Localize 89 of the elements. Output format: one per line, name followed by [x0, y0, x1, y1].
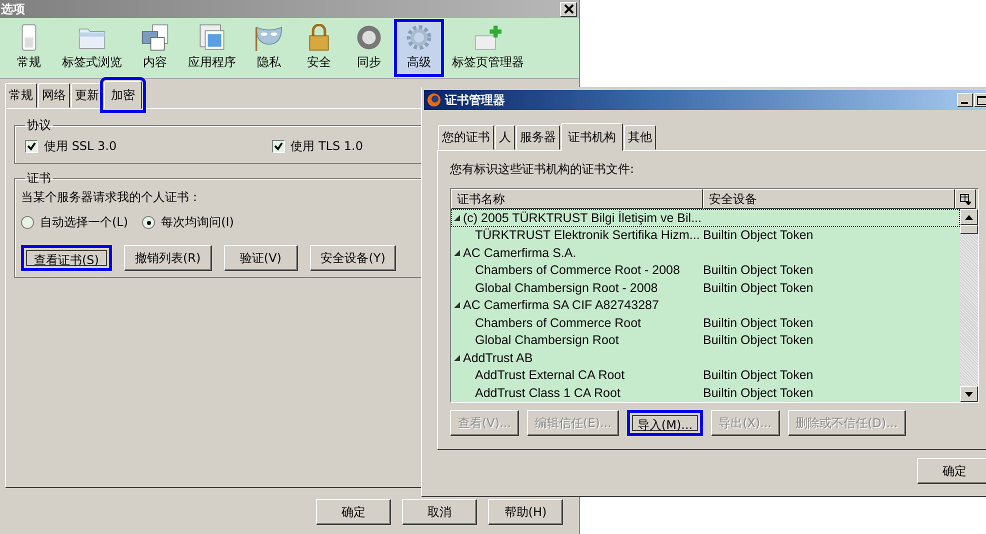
window-title: 证书管理器	[445, 92, 506, 108]
checkbox[interactable]	[272, 140, 285, 153]
tree-cell: (c) 2005 TÜRKTRUST Bilgi İletişim ve Bil...	[463, 210, 702, 225]
toolbar-item[interactable]: 常规	[4, 19, 54, 77]
tree-cell-text: TÜRKTRUST Elektronik Sertifika Hizm...	[474, 228, 701, 242]
group-title: 协议	[26, 117, 52, 134]
tree-row[interactable]: (c) 2005 TÜRKTRUST Bilgi İletişim ve Bil...	[451, 209, 960, 226]
close-button[interactable]	[560, 2, 577, 16]
radio-button[interactable]	[21, 216, 34, 229]
radio-label: 自动选择一个(L)	[40, 214, 128, 231]
tree-row[interactable]: AddTrust Class 1 CA Root Builtin Object Token	[451, 384, 960, 402]
close-icon	[564, 4, 574, 14]
tree-cell: Builtin Object Token	[703, 228, 814, 242]
tree-cell-text: Chambers of Commerce Root - 2008	[474, 263, 681, 278]
description-text: 您有标识这些证书机构的证书文件:	[450, 161, 636, 178]
tree-cell: Builtin Object Token	[703, 263, 814, 278]
prompt-text: 当某个服务器请求我的个人证书：	[21, 189, 201, 206]
tab[interactable]: 更新	[71, 83, 103, 108]
tree-row[interactable]: AddTrust External CA Root Builtin Object Token	[451, 366, 960, 384]
tree-row[interactable]: AddTrust AB	[451, 349, 960, 366]
maximize-icon	[977, 96, 986, 104]
dialog-button[interactable]: 查看证书(S)	[21, 245, 112, 271]
tab[interactable]: 常规	[5, 83, 37, 108]
tab[interactable]: 人	[495, 125, 515, 150]
tree-row[interactable]: AC Camerfirma S.A.	[451, 244, 960, 262]
scroll-thumb[interactable]	[960, 225, 978, 234]
tree-row[interactable]: TÜRKTRUST Elektronik Sertifika Hizm... Builtin Object Token	[451, 226, 960, 244]
tab[interactable]: 其他	[624, 125, 656, 150]
toolbar-item[interactable]: 应用程序	[180, 19, 244, 77]
tree-cell-text: Global Chambersign Root	[474, 333, 620, 348]
dialog-button[interactable]: 撤销列表(R)	[124, 245, 212, 271]
tree-cell: Builtin Object Token	[703, 333, 814, 348]
scroll-up-button[interactable]	[960, 209, 978, 225]
down-arrow-icon	[965, 392, 973, 396]
expander-icon[interactable]	[453, 248, 461, 257]
maximize-button[interactable]	[974, 93, 986, 107]
toolbar-item[interactable]: 同步	[344, 19, 394, 77]
tab[interactable]: 证书机构	[561, 123, 623, 151]
tree-cell: AC Camerfirma SA CIF A82743287	[463, 298, 659, 312]
tree-row[interactable]: Global Chambersign Root Builtin Object Token	[451, 332, 960, 349]
expander-icon[interactable]	[453, 354, 461, 362]
minimize-button[interactable]	[957, 93, 973, 107]
radio-button[interactable]	[142, 216, 156, 229]
tree-cell: Builtin Object Token	[703, 386, 814, 400]
tree-row[interactable]: Chambers of Commerce Root Builtin Object Token	[451, 314, 960, 332]
tree-cell: Builtin Object Token	[703, 280, 814, 295]
checkbox-label: 使用 TLS 1.0	[290, 138, 363, 155]
toolbar-item[interactable]: 标签页管理器	[444, 19, 532, 77]
dialog-button[interactable]: 安全设备(Y)	[310, 245, 396, 271]
toolbar-item[interactable]: 隐私	[244, 19, 294, 77]
column-picker-button[interactable]	[955, 189, 976, 209]
tree-cell-text: AddTrust External CA Root	[474, 368, 626, 382]
dialog-button[interactable]: 帮助(H)	[488, 499, 563, 525]
tab[interactable]: 网络	[38, 83, 70, 108]
dialog-button[interactable]: 确定	[316, 499, 391, 525]
toolbar-item[interactable]: 标签式浏览	[54, 19, 130, 77]
expander-icon[interactable]	[453, 214, 461, 222]
column-header[interactable]: 安全设备	[703, 189, 955, 209]
expander-icon[interactable]	[453, 301, 461, 310]
ok-button[interactable]: 确定	[917, 458, 986, 484]
tree-cell-text: Global Chambersign Root - 2008	[474, 280, 659, 295]
tab[interactable]: 您的证书	[438, 125, 494, 150]
tab[interactable]: 服务器	[516, 125, 560, 150]
dialog-button[interactable]: 验证(V)	[224, 245, 298, 271]
tree-row[interactable]: Global Chambersign Root - 2008 Builtin Object Token	[451, 279, 960, 296]
toolbar-item[interactable]: 安全	[294, 19, 344, 77]
tree-cell-text: AddTrust Class 1 CA Root	[474, 386, 622, 400]
group-title: 证书	[26, 170, 52, 187]
window-title: 选项	[1, 0, 25, 18]
checkbox-label: 使用 SSL 3.0	[44, 138, 117, 155]
scroll-down-button[interactable]	[960, 386, 978, 402]
checkbox[interactable]	[25, 140, 38, 153]
browser-logo-icon	[427, 93, 441, 107]
tree-cell-text: Chambers of Commerce Root	[474, 316, 642, 330]
scrollbar[interactable]	[960, 209, 978, 402]
tree-cell: AddTrust AB	[463, 350, 533, 365]
dialog-button[interactable]: 导入(M)...	[627, 410, 703, 436]
column-picker-icon	[960, 194, 971, 204]
up-arrow-icon	[965, 214, 973, 220]
dialog-button[interactable]: 取消	[402, 499, 477, 525]
tree-row[interactable]: Chambers of Commerce Root - 2008 Builtin Object Token	[451, 262, 960, 279]
tree-cell: AC Camerfirma S.A.	[463, 246, 576, 260]
radio-label: 每次均询问(I)	[161, 214, 234, 231]
tree-row[interactable]: AC Camerfirma SA CIF A82743287	[451, 296, 960, 314]
toolbar-item[interactable]: 高级	[394, 19, 444, 77]
tree-cell: Builtin Object Token	[703, 368, 814, 382]
tree-cell: Builtin Object Token	[703, 316, 814, 330]
toolbar-item[interactable]: 内容	[130, 19, 180, 77]
column-header[interactable]: 证书名称	[451, 189, 703, 209]
